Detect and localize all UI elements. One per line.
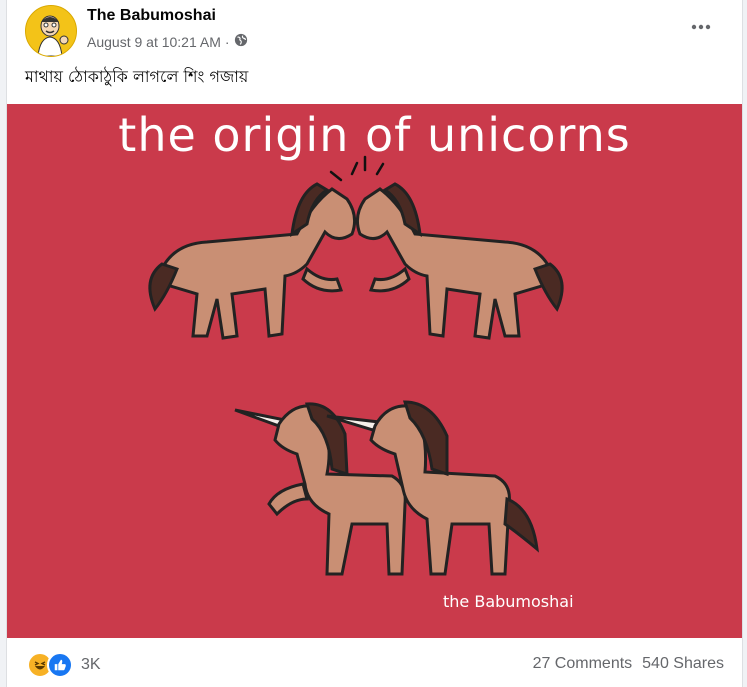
post-stats: 3K 27 Comments 540 Shares <box>7 640 742 687</box>
post-image[interactable]: the origin of unicorns the Babumoshai <box>7 104 742 638</box>
comments-count[interactable]: 27 Comments <box>533 655 633 673</box>
shares-count[interactable]: 540 Shares <box>642 655 724 673</box>
feed-post: The Babumoshai August 9 at 10:21 AM · মা… <box>6 0 743 687</box>
reaction-count: 3K <box>81 656 101 673</box>
image-credit: the Babumoshai <box>443 592 574 611</box>
horse-top-right <box>355 182 564 340</box>
more-options-button[interactable] <box>686 12 716 42</box>
post-caption: মাথায় ঠোকাঠুকি লাগলে শিং গজায় <box>25 67 249 86</box>
post-header: The Babumoshai August 9 at 10:21 AM · <box>7 0 742 62</box>
globe-icon[interactable] <box>234 33 248 50</box>
author-name[interactable]: The Babumoshai <box>87 7 216 25</box>
engagement-stats: 27 Comments 540 Shares <box>533 655 724 673</box>
reactions-summary[interactable]: 3K <box>27 652 101 678</box>
meta-separator: · <box>224 33 230 50</box>
more-horizontal-icon <box>691 24 711 30</box>
horse-top-left <box>148 182 357 340</box>
post-meta: August 9 at 10:21 AM · <box>87 33 248 50</box>
horses-illustration <box>148 155 564 576</box>
like-icon <box>47 652 73 678</box>
avatar[interactable] <box>25 5 77 57</box>
post-date[interactable]: August 9 at 10:21 AM <box>87 34 221 50</box>
